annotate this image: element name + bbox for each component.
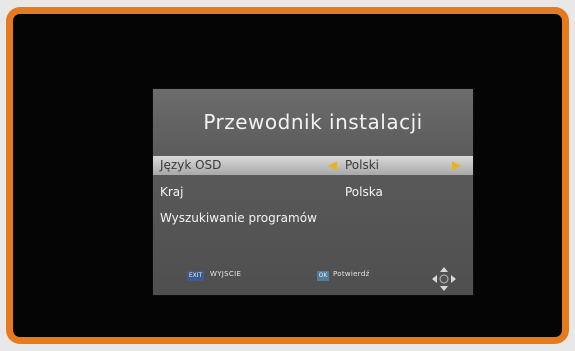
menu-item-label: Język OSD [160,158,222,172]
menu-item-osd-language[interactable]: Język OSD ◀ Polski ▶ [153,156,473,175]
exit-key-icon[interactable]: EXIT [187,271,204,281]
menu-item-channel-search[interactable]: Wyszukiwanie programów [153,209,473,228]
arrow-left-icon[interactable]: ◀ [328,158,337,172]
arrow-right-icon[interactable]: ▶ [452,158,461,172]
menu-item-value: Polski [345,158,380,172]
menu-item-country[interactable]: Kraj Polska [153,183,473,202]
installation-guide-dialog: Przewodnik instalacji Język OSD ◀ Polski… [153,89,473,295]
confirm-label: Potwierdź [333,270,370,278]
dialog-footer: EXIT WYJSCIE OK Potwierdź [153,265,473,291]
dialog-title: Przewodnik instalacji [203,110,423,134]
ok-key-icon[interactable]: OK [317,271,329,281]
menu-item-value: Polska [345,185,383,199]
menu-item-label: Wyszukiwanie programów [160,211,317,225]
device-frame: Przewodnik instalacji Język OSD ◀ Polski… [6,7,569,344]
tv-screen: Przewodnik instalacji Język OSD ◀ Polski… [13,14,562,337]
menu-item-label: Kraj [160,185,184,199]
exit-label: WYJSCIE [210,270,242,278]
dpad-icon [432,267,456,291]
